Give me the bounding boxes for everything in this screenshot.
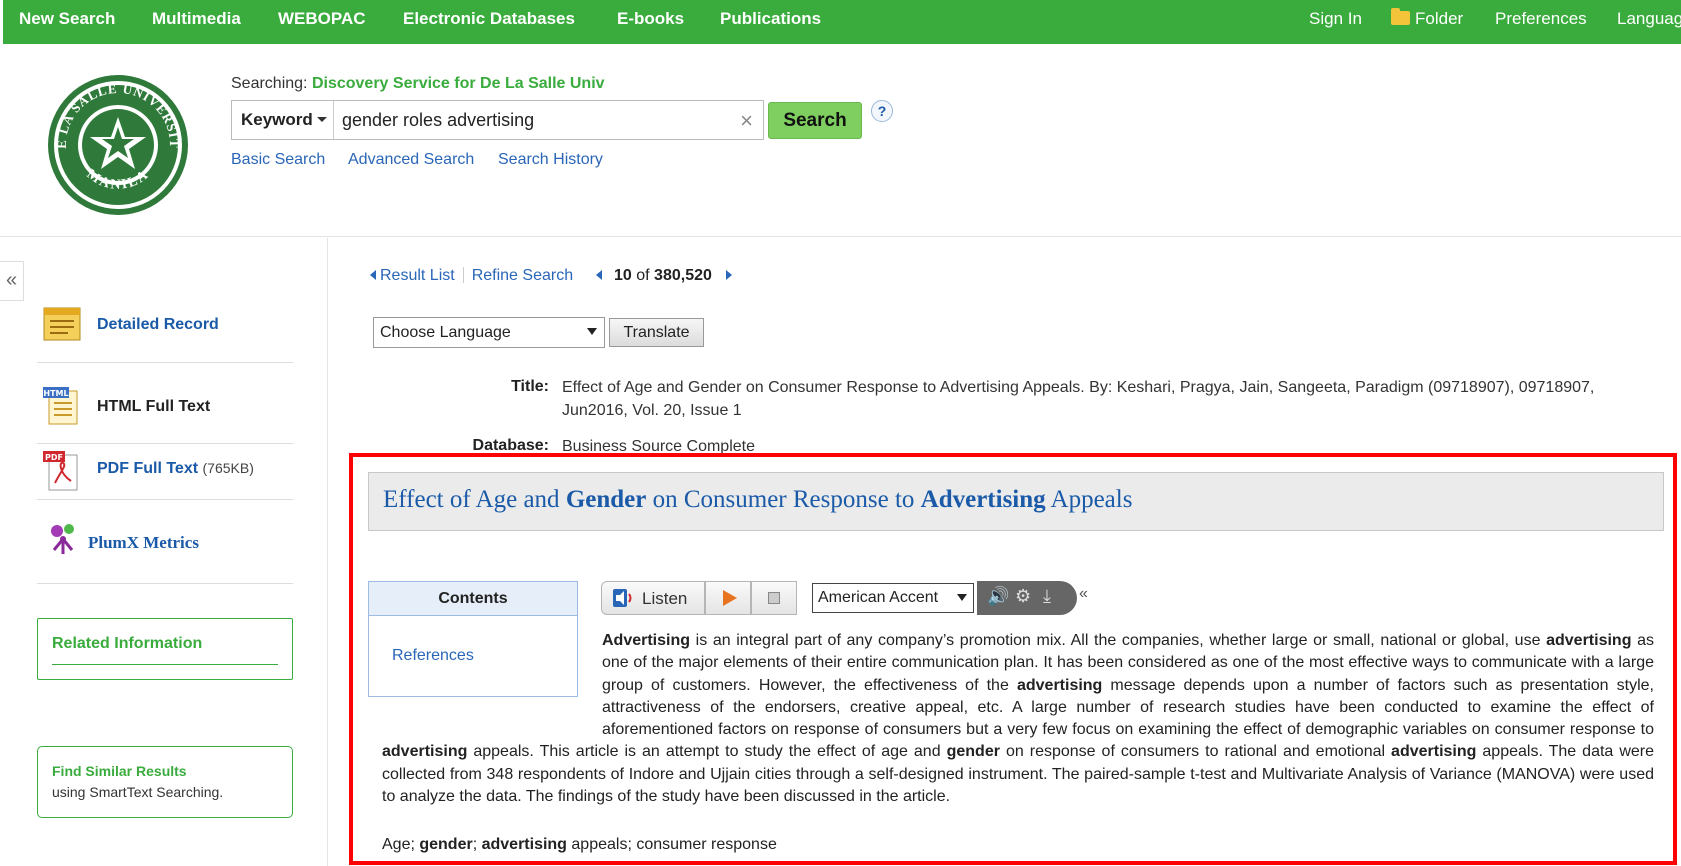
detailed-record-label: Detailed Record: [97, 316, 219, 333]
basic-search-link[interactable]: Basic Search: [231, 151, 325, 169]
language-select[interactable]: Choose Language: [373, 317, 605, 348]
translate-button[interactable]: Translate: [609, 318, 704, 347]
find-similar-subtitle: using SmartText Searching.: [52, 784, 224, 800]
nav-folder-label: Folder: [1415, 9, 1464, 28]
advanced-search-link[interactable]: Advanced Search: [348, 151, 474, 169]
sidebar-divider: [37, 583, 293, 584]
next-record-button[interactable]: [726, 267, 733, 284]
language-select-value: Choose Language: [380, 324, 511, 341]
sidebar-item-detailed-record[interactable]: Detailed Record: [37, 305, 293, 345]
article-title: Effect of Age and Gender on Consumer Res…: [383, 486, 1133, 513]
nav-sign-in[interactable]: Sign In: [1309, 9, 1362, 29]
search-field-dropdown[interactable]: Keyword: [232, 101, 334, 139]
find-similar-results-panel[interactable]: Find Similar Results using SmartText Sea…: [37, 746, 293, 818]
stop-icon: [768, 592, 780, 604]
previous-record-button[interactable]: [595, 267, 606, 284]
player-controls: 🔊 ⚙ ⤓: [977, 581, 1077, 615]
search-box: Keyword ×: [231, 100, 764, 140]
stop-button[interactable]: [751, 581, 797, 615]
nav-webopac[interactable]: WEBOPAC: [278, 9, 366, 29]
refine-search-link[interactable]: Refine Search: [472, 267, 573, 284]
sidebar-item-pdf-full-text[interactable]: PDF PDF Full Text (765KB): [37, 449, 293, 493]
top-nav-bar: New Search Multimedia WEBOPAC Electronic…: [3, 0, 1681, 44]
speaker-icon: [612, 588, 636, 608]
pdf-size: (765KB): [202, 460, 254, 476]
record-of: of: [636, 267, 650, 284]
searching-label: Searching:: [231, 75, 308, 92]
search-input[interactable]: [342, 102, 732, 138]
dropdown-arrow-icon: [957, 594, 967, 601]
nav-publications[interactable]: Publications: [720, 9, 821, 29]
svg-text:PDF: PDF: [45, 453, 63, 462]
searching-info: Searching: Discovery Service for De La S…: [231, 75, 605, 93]
nav-ebooks[interactable]: E-books: [617, 9, 684, 29]
article-title-bar: Effect of Age and Gender on Consumer Res…: [368, 472, 1664, 531]
related-information-label: Related Information: [52, 635, 203, 652]
university-logo[interactable]: DE LA SALLE UNIVERSITY MANILA: [39, 59, 192, 219]
help-icon[interactable]: ?: [871, 100, 893, 122]
volume-icon[interactable]: 🔊: [987, 586, 1009, 607]
title-label: Title:: [511, 378, 549, 395]
html-full-text-label: HTML Full Text: [97, 398, 211, 415]
pdf-full-text-label: PDF Full Text (765KB): [97, 460, 254, 477]
chevron-down-icon: [316, 117, 327, 122]
search-service-name[interactable]: Discovery Service for De La Salle Univ: [312, 75, 605, 92]
nav-separator: [462, 267, 464, 283]
article-abstract: Advertising is an integral part of any c…: [382, 630, 1654, 808]
nav-electronic-databases[interactable]: Electronic Databases: [403, 9, 575, 29]
nav-preferences[interactable]: Preferences: [1495, 9, 1587, 29]
plumx-label: PlumX Metrics: [88, 533, 199, 552]
gear-icon[interactable]: ⚙: [1015, 586, 1031, 607]
dropdown-arrow-icon: [587, 328, 597, 335]
accent-select[interactable]: American Accent: [812, 583, 974, 613]
header-divider: [0, 236, 1681, 237]
nav-new-search[interactable]: New Search: [19, 9, 115, 29]
record-position: 10: [614, 267, 632, 284]
html-full-text-icon: HTML: [43, 387, 79, 430]
sidebar-divider: [37, 362, 293, 363]
caret-left-icon: [595, 270, 602, 280]
clear-icon[interactable]: ×: [740, 108, 753, 134]
caret-right-icon: [726, 270, 733, 280]
play-icon: [723, 590, 737, 606]
plumx-icon: [49, 523, 77, 560]
sidebar-divider: [37, 443, 293, 444]
search-field-label: Keyword: [241, 110, 313, 129]
collapse-player-button[interactable]: «: [1079, 585, 1088, 603]
title-value: Effect of Age and Gender on Consumer Res…: [562, 379, 1595, 419]
sidebar-divider: [327, 238, 328, 866]
contents-header: Contents: [369, 582, 577, 616]
article-keywords: Age; gender; advertising appeals; consum…: [382, 836, 777, 854]
download-icon[interactable]: ⤓: [1043, 586, 1051, 607]
caret-left-icon: [370, 270, 376, 280]
folder-icon: [1391, 8, 1410, 25]
detailed-record-icon: [43, 307, 81, 346]
pdf-icon: PDF: [43, 451, 79, 496]
abstract-float-spacer: [382, 630, 602, 730]
keywords-text: Age; gender; advertising appeals; consum…: [382, 836, 777, 853]
search-button[interactable]: Search: [768, 102, 862, 139]
sidebar-item-html-full-text[interactable]: HTML HTML Full Text: [37, 387, 293, 427]
svg-text:HTML: HTML: [43, 389, 68, 398]
related-underline: [52, 664, 278, 665]
accent-value: American Accent: [818, 589, 939, 606]
search-history-link[interactable]: Search History: [498, 151, 603, 169]
nav-folder[interactable]: Folder: [1391, 8, 1464, 29]
record-total: 380,520: [654, 267, 712, 284]
result-list-link[interactable]: Result List: [370, 267, 455, 284]
nav-multimedia[interactable]: Multimedia: [152, 9, 241, 29]
play-button[interactable]: [705, 581, 751, 615]
record-navigation: Result List Refine Search 10 of 380,520: [370, 267, 733, 285]
related-information-panel[interactable]: Related Information: [37, 618, 293, 680]
collapse-sidebar-button[interactable]: «: [0, 261, 24, 301]
nav-languages[interactable]: Languag: [1617, 9, 1681, 29]
listen-button[interactable]: Listen: [601, 581, 705, 615]
sidebar-divider: [37, 499, 293, 500]
listen-label: Listen: [642, 589, 688, 608]
find-similar-title: Find Similar Results: [52, 763, 187, 779]
sidebar-item-plumx[interactable]: PlumX Metrics: [37, 523, 293, 559]
